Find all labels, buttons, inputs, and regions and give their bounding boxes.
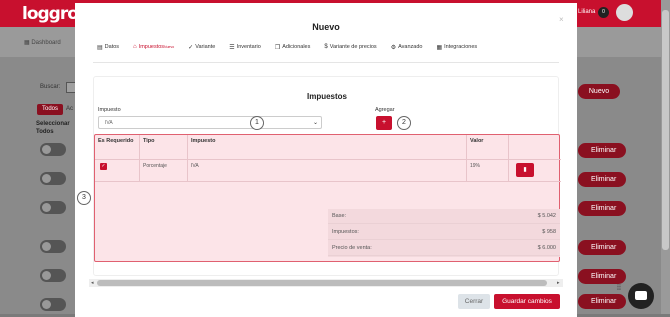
trash-icon[interactable]: ▮ — [516, 163, 534, 177]
tab-label: Impuestos — [138, 44, 165, 50]
tax-table: Es Requerido Tipo Impuesto Valor ✓ Porce… — [94, 134, 561, 262]
row-toggle[interactable] — [40, 172, 66, 185]
column-header: Impuesto — [188, 135, 467, 159]
tab-integraciones[interactable]: ▦ Integraciones — [436, 41, 477, 53]
delete-button[interactable]: Eliminar — [578, 294, 626, 309]
new-button[interactable]: Nuevo — [578, 84, 620, 99]
select-all-label: Seleccionar Todos — [36, 121, 70, 135]
tax-label: Impuesto — [98, 107, 121, 113]
avatar[interactable] — [616, 4, 633, 21]
delete-button[interactable]: Eliminar — [578, 143, 626, 158]
row-toggle[interactable] — [40, 298, 66, 311]
row-toggle[interactable] — [40, 143, 66, 156]
summary-label: Impuestos: — [332, 229, 359, 235]
summary-value: $ 6.000 — [537, 245, 556, 251]
row-toggle[interactable] — [40, 269, 66, 282]
filter-all-button[interactable]: Todos — [37, 104, 63, 115]
search-label: Buscar: — [40, 84, 61, 90]
check-icon: ✓ — [188, 44, 194, 51]
delete-button[interactable]: Eliminar — [578, 240, 626, 255]
marker-3: 3 — [77, 191, 91, 205]
delete-button[interactable]: Eliminar — [578, 269, 626, 284]
summary-row: Precio de venta: $ 6.000 — [328, 241, 560, 256]
summary-box: Base: $ 5.042 Impuestos: $ 958 Precio de… — [328, 209, 560, 257]
dashboard-link[interactable]: ▦ Dashboard — [24, 39, 61, 46]
modal-title: Nuevo — [312, 22, 340, 32]
value-cell: 19% — [467, 159, 509, 181]
grid-icon: ▦ — [436, 44, 443, 51]
dollar-icon: $ — [324, 44, 328, 50]
scroll-left-icon[interactable]: ◂ — [91, 279, 94, 287]
tab-variante-de-precios[interactable]: $ Variante de precios — [324, 41, 376, 53]
chat-icon[interactable] — [628, 283, 654, 309]
save-button[interactable]: Guardar cambios — [494, 294, 560, 309]
gear-icon: ⚙ — [390, 44, 397, 51]
filter-other-button[interactable]: Ac — [66, 106, 73, 112]
chevron-down-icon: ⌄ — [312, 120, 318, 126]
delete-button[interactable]: Eliminar — [578, 201, 626, 216]
cancel-button[interactable]: Cerrar — [458, 294, 490, 309]
tab-label: Variante — [195, 44, 216, 50]
bank-icon: ⌂ — [133, 44, 137, 50]
tax-select[interactable]: IVA ⌄ — [98, 116, 322, 129]
tab-label: Adicionales — [282, 44, 311, 50]
marker-1: 1 — [250, 116, 264, 130]
summary-label: Base: — [332, 213, 347, 219]
row-toggle[interactable] — [40, 201, 66, 214]
new-badge: Nuevo — [164, 45, 175, 49]
tab-label: Avanzado — [398, 44, 423, 50]
scroll-right-icon[interactable]: ▸ — [557, 279, 560, 287]
close-icon[interactable]: × — [559, 15, 564, 24]
tax-select-value: IVA — [105, 120, 113, 126]
tab-label: Datos — [104, 44, 120, 50]
file-icon: ▤ — [97, 44, 103, 51]
summary-row: Impuestos: $ 958 — [328, 225, 560, 240]
type-cell: Porcentaje — [140, 159, 188, 181]
user-name[interactable]: Liliana — [578, 9, 595, 15]
dashboard-label: Dashboard — [31, 40, 61, 46]
summary-value: $ 5.042 — [537, 213, 556, 219]
page-scrollbar-thumb[interactable] — [662, 10, 669, 250]
notification-badge[interactable]: 0 — [598, 7, 609, 18]
required-checkbox[interactable]: ✓ — [100, 163, 107, 170]
tab-impuestos[interactable]: ⌂ Impuestos Nuevo — [133, 41, 174, 53]
tab-variante[interactable]: ✓ Variante — [188, 41, 215, 53]
tab-avanzado[interactable]: ⚙ Avanzado — [391, 41, 423, 53]
column-header: Tipo — [140, 135, 188, 159]
list-icon: ☰ — [229, 44, 235, 51]
marker-2: 2 — [397, 116, 411, 130]
horizontal-scrollbar-thumb[interactable] — [97, 280, 547, 286]
tax-cell: IVA — [188, 159, 467, 181]
section-title: Impuestos — [306, 92, 347, 101]
add-label: Agregar — [375, 107, 395, 113]
row-toggle[interactable] — [40, 240, 66, 253]
tab-label: Variante de precios — [329, 44, 377, 50]
tab-inventario[interactable]: ☰ Inventario — [229, 41, 261, 53]
drag-handle-icon[interactable]: ⁞⁞ — [617, 285, 621, 292]
modal-dialog: Nuevo × ▤ Datos ⌂ Impuestos Nuevo ✓ Variante ☰ I… — [75, 3, 577, 317]
delete-button[interactable]: Eliminar — [578, 172, 626, 187]
tab-datos[interactable]: ▤ Datos — [97, 41, 119, 53]
taxes-panel: Impuestos Impuesto IVA ⌄ Agregar + 1 2 E… — [77, 76, 561, 276]
divider — [93, 62, 559, 63]
summary-value: $ 958 — [542, 229, 556, 235]
column-header: Es Requerido — [95, 135, 140, 159]
tab-bar: ▤ Datos ⌂ Impuestos Nuevo ✓ Variante ☰ Inventari… — [97, 41, 491, 53]
tab-label: Inventario — [236, 44, 261, 50]
tab-label: Integraciones — [444, 44, 478, 50]
copy-icon: ❐ — [274, 44, 281, 51]
column-header: Valor — [467, 135, 509, 159]
summary-label: Precio de venta: — [332, 245, 372, 251]
app-logo: loggro — [22, 4, 79, 24]
divider — [95, 181, 561, 182]
tab-adicionales[interactable]: ❐ Adicionales — [275, 41, 311, 53]
summary-row: Base: $ 5.042 — [328, 209, 560, 224]
add-tax-button[interactable]: + — [376, 116, 392, 130]
